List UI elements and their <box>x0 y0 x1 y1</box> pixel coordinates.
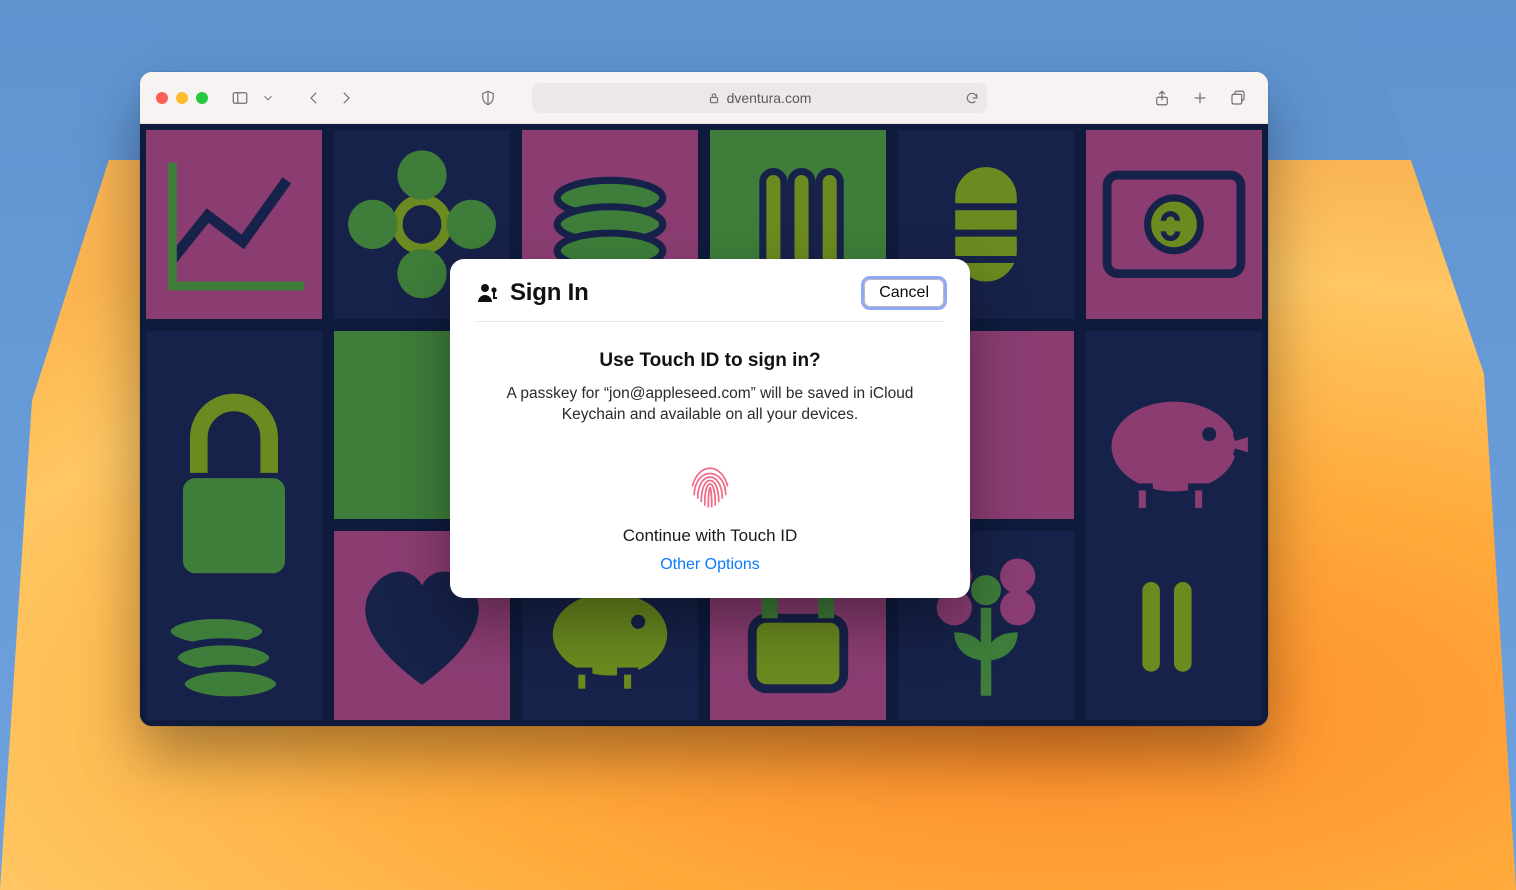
banknote-illustration-icon <box>1086 130 1262 319</box>
back-button[interactable] <box>300 85 328 111</box>
tab-overview-icon <box>1229 89 1247 107</box>
other-options-link[interactable]: Other Options <box>476 556 944 574</box>
passkey-person-icon <box>476 281 500 305</box>
lock-icon <box>707 91 721 105</box>
continue-touchid-label: Continue with Touch ID <box>476 526 944 546</box>
safari-toolbar: dventura.com <box>140 72 1268 124</box>
address-host: dventura.com <box>727 90 812 106</box>
address-bar[interactable]: dventura.com <box>532 83 987 113</box>
webpage-content: Sign In Cancel Use Touch ID to sign in? … <box>140 124 1268 726</box>
sidebar-menu-button[interactable] <box>254 85 282 111</box>
plus-icon <box>1191 89 1209 107</box>
prompt-title: Use Touch ID to sign in? <box>476 350 944 372</box>
prompt-subtitle: A passkey for “jon@appleseed.com” will b… <box>476 384 944 426</box>
cancel-button[interactable]: Cancel <box>864 279 944 307</box>
chart-illustration-icon <box>146 130 322 319</box>
padlock-illustration-icon <box>146 331 322 720</box>
share-icon <box>1153 89 1171 107</box>
window-controls <box>156 92 208 104</box>
zoom-window-button[interactable] <box>196 92 208 104</box>
panel-title: Sign In <box>510 279 589 307</box>
refresh-icon[interactable] <box>965 91 979 105</box>
sidebar-toggle-button[interactable] <box>226 85 254 111</box>
piggybank-illustration-icon <box>1086 331 1262 720</box>
tab-overview-button[interactable] <box>1224 85 1252 111</box>
chevron-left-icon <box>305 89 323 107</box>
new-tab-button[interactable] <box>1186 85 1214 111</box>
chevron-right-icon <box>337 89 355 107</box>
sidebar-icon <box>231 89 249 107</box>
close-window-button[interactable] <box>156 92 168 104</box>
panel-header: Sign In Cancel <box>476 279 944 322</box>
privacy-report-button[interactable] <box>474 85 502 111</box>
safari-window: dventura.com <box>140 72 1268 726</box>
minimize-window-button[interactable] <box>176 92 188 104</box>
shield-icon <box>479 89 497 107</box>
forward-button[interactable] <box>332 85 360 111</box>
share-button[interactable] <box>1148 85 1176 111</box>
chevron-down-icon <box>261 91 275 105</box>
passkey-signin-panel: Sign In Cancel Use Touch ID to sign in? … <box>450 259 970 598</box>
touchid-icon <box>682 456 738 512</box>
